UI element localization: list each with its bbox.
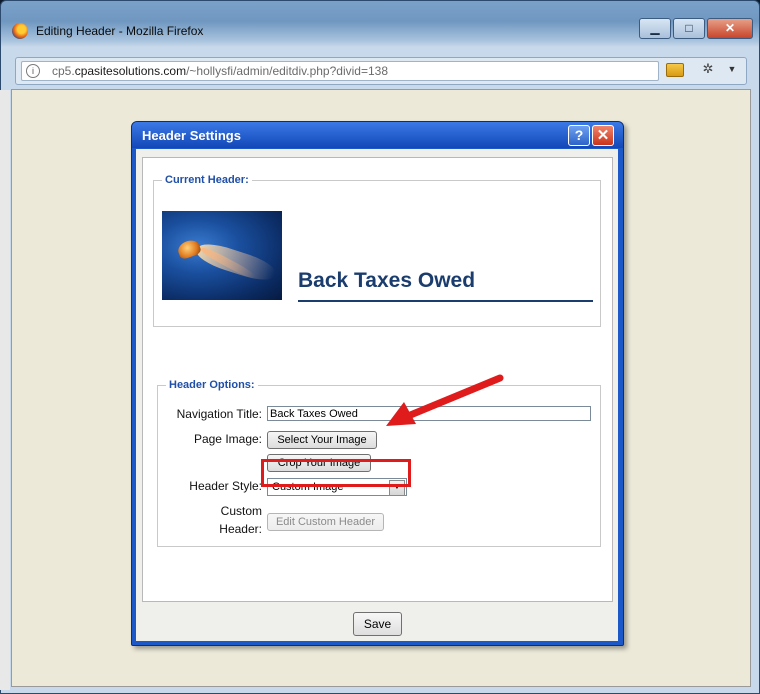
- minimize-button[interactable]: ▁: [639, 18, 671, 39]
- info-icon[interactable]: i: [26, 64, 40, 78]
- nav-title-label: Navigation Title:: [176, 407, 262, 421]
- settings-panel: Current Header: Back Taxes Owed Header O…: [142, 157, 613, 602]
- dialog-body: Current Header: Back Taxes Owed Header O…: [136, 149, 618, 641]
- page-image-label: Page Image:: [193, 432, 262, 446]
- dialog-title: Header Settings: [142, 128, 241, 143]
- current-header-legend: Current Header:: [165, 174, 249, 186]
- firefox-logo-icon: [12, 23, 28, 39]
- window-controls: ▁ □ ✕: [637, 18, 753, 39]
- url-bar: i cp5.cpasitesolutions.com/~hollysfi/adm…: [15, 57, 747, 85]
- dialog-close-button[interactable]: ✕: [592, 125, 614, 146]
- menu-icon[interactable]: ▼: [726, 62, 738, 76]
- address-field[interactable]: i cp5.cpasitesolutions.com/~hollysfi/adm…: [21, 61, 659, 81]
- header-preview-title: Back Taxes Owed: [298, 269, 476, 292]
- title-bar: Editing Header - Mozilla Firefox ▁ □ ✕: [1, 1, 759, 47]
- header-style-label: Header Style:: [189, 479, 262, 493]
- header-options-legend: Header Options:: [169, 379, 255, 391]
- header-style-highlight-box: [261, 459, 411, 487]
- dialog-title-bar: Header Settings ? ✕: [132, 122, 623, 148]
- jellyfish-bell: [175, 237, 203, 261]
- current-header-fieldset: Current Header: Back Taxes Owed: [153, 174, 601, 327]
- header-settings-dialog: Header Settings ? ✕ Current Header: Back…: [131, 121, 624, 646]
- window-title: Editing Header - Mozilla Firefox: [36, 24, 204, 38]
- header-image: [162, 211, 282, 300]
- save-button[interactable]: Save: [353, 612, 402, 636]
- background-page-edge: [0, 90, 10, 690]
- help-button[interactable]: ?: [568, 125, 590, 146]
- url-text[interactable]: cp5.cpasitesolutions.com/~hollysfi/admin…: [52, 64, 388, 78]
- edit-custom-header-button[interactable]: Edit Custom Header: [267, 513, 384, 531]
- maximize-button[interactable]: □: [673, 18, 705, 39]
- arrow-shaft: [404, 374, 504, 420]
- select-image-button[interactable]: Select Your Image: [267, 431, 377, 449]
- red-arrow-annotation: [386, 374, 504, 426]
- custom-header-label: Custom Header:: [219, 504, 262, 536]
- rss-icon[interactable]: [666, 63, 684, 77]
- bug-icon[interactable]: ✲: [700, 61, 716, 77]
- close-window-button[interactable]: ✕: [707, 18, 753, 39]
- header-underline: [298, 300, 593, 302]
